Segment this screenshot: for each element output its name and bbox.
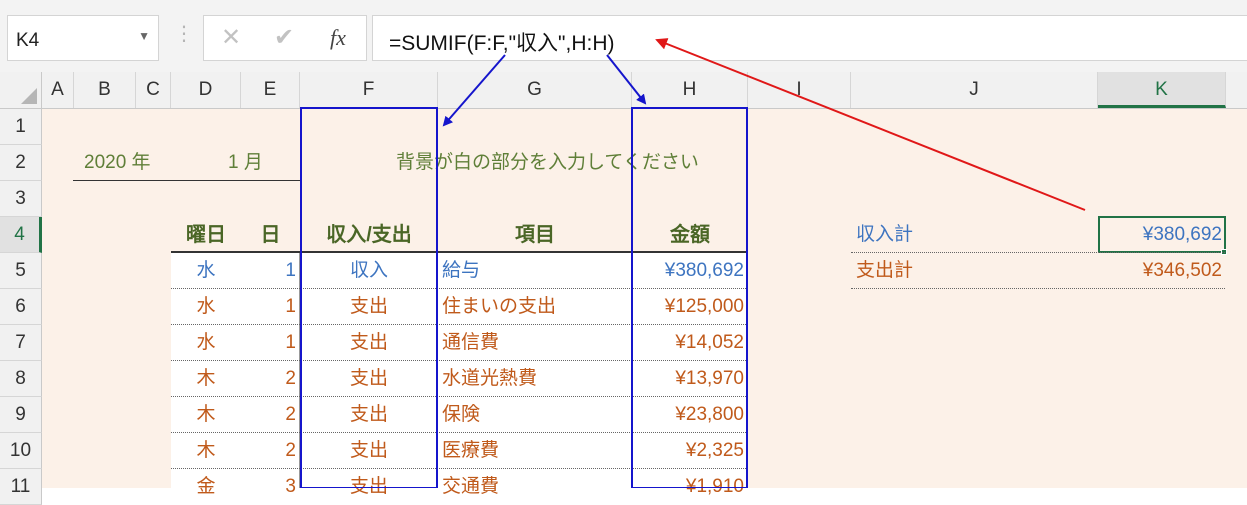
arrow-to-column-h bbox=[606, 54, 647, 105]
highlight-column-h bbox=[631, 107, 748, 488]
highlight-column-f bbox=[300, 107, 438, 488]
arrow-from-k4-to-formula bbox=[655, 38, 1086, 211]
annotation-overlay bbox=[300, 38, 1086, 488]
arrow-to-column-f bbox=[442, 54, 506, 127]
